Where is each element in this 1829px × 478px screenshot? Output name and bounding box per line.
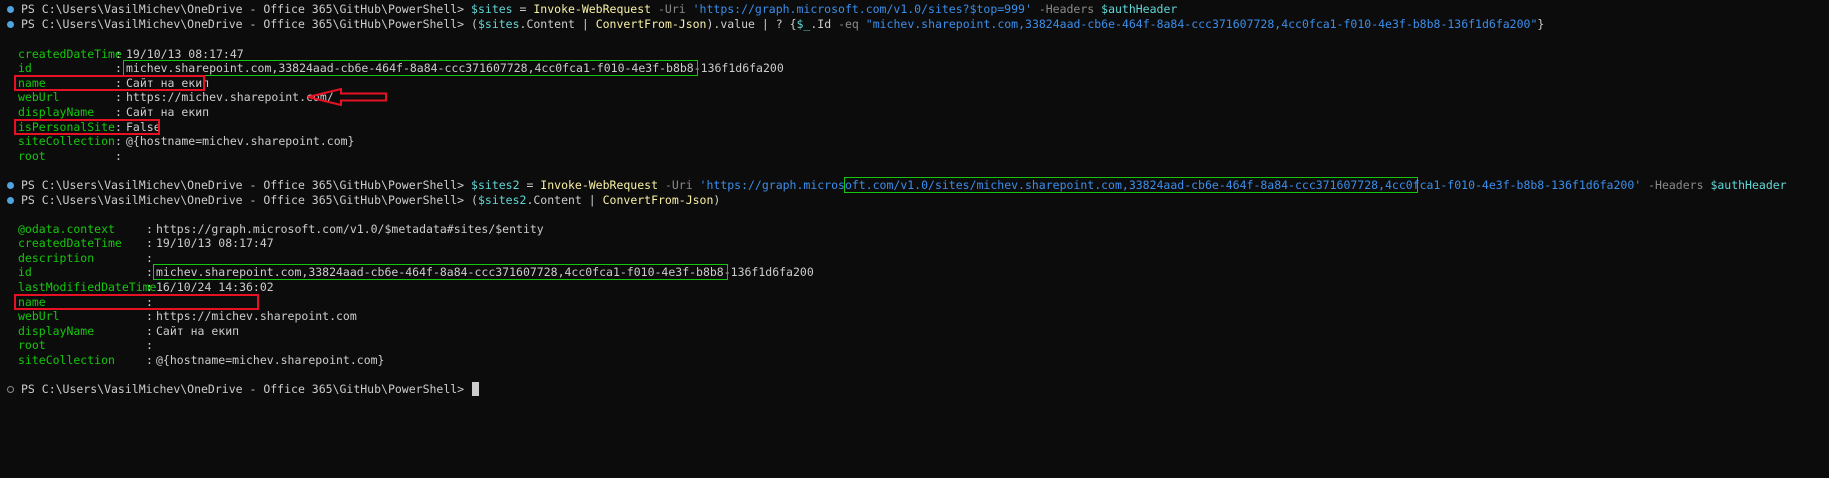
command-success-icon[interactable]	[7, 182, 14, 189]
property-value: Сайт на екип	[156, 324, 240, 338]
prompt: PS C:\Users\VasilMichev\OneDrive - Offic…	[21, 382, 465, 396]
parameter: -eq	[838, 17, 859, 31]
text-cursor	[472, 382, 480, 396]
separator: :	[115, 149, 122, 163]
property-value: 19/10/13 08:17:47	[156, 236, 274, 250]
cmdlet: ConvertFrom-Json	[602, 193, 714, 207]
variable: $sites	[477, 17, 520, 31]
parameter: -Uri	[651, 2, 693, 16]
property-name: createdDateTime	[18, 47, 122, 61]
operator: ).value | ? {	[706, 17, 797, 31]
parameter: -Headers	[1031, 2, 1102, 16]
cmdlet: Invoke-WebRequest	[533, 2, 652, 16]
variable: $sites2	[471, 178, 520, 192]
red-arrow-icon	[307, 88, 387, 106]
operator: .Content |	[526, 193, 603, 207]
terminal-output[interactable]: PS C:\Users\VasilMichev\OneDrive - Offic…	[0, 0, 1829, 478]
property-name: siteCollection	[18, 353, 115, 367]
command-pending-icon[interactable]	[7, 386, 14, 393]
command-success-icon[interactable]	[7, 21, 14, 28]
property-value: @{hostname=michev.sharepoint.com}	[126, 134, 355, 148]
prompt: PS C:\Users\VasilMichev\OneDrive - Offic…	[21, 178, 465, 192]
prompt: PS C:\Users\VasilMichev\OneDrive - Offic…	[21, 17, 465, 31]
variable: $_	[796, 17, 811, 31]
prompt: PS C:\Users\VasilMichev\OneDrive - Offic…	[21, 193, 465, 207]
operator: (	[471, 193, 478, 207]
string-literal: 'https://graph.microsoft.com/v1.0/sites/	[699, 178, 977, 192]
operator: .Content |	[519, 17, 596, 31]
cmdlet: Invoke-WebRequest	[540, 178, 658, 192]
variable: $sites2	[477, 193, 527, 207]
operator: =	[519, 178, 541, 192]
property-value: @{hostname=michev.sharepoint.com}	[156, 353, 385, 367]
operator: )	[713, 193, 721, 207]
active-prompt-line[interactable]: PS C:\Users\VasilMichev\OneDrive - Offic…	[0, 381, 480, 398]
property-value: michev.sharepoint.com,33824aad-cb6e-464f…	[126, 61, 784, 75]
separator: :	[146, 353, 153, 367]
operator: }	[1537, 17, 1545, 31]
parameter: -Headers	[1641, 178, 1711, 192]
cmdlet: ConvertFrom-Json	[595, 17, 707, 31]
variable: $authHeader	[1101, 2, 1178, 16]
operator: =	[512, 2, 534, 16]
prompt: PS C:\Users\VasilMichev\OneDrive - Offic…	[21, 2, 465, 16]
parameter: -Uri	[658, 178, 700, 192]
variable: $sites	[471, 2, 513, 16]
string-literal: "michev.sharepoint.com,33824aad-cb6e-464…	[865, 17, 1538, 31]
command-success-icon[interactable]	[7, 197, 14, 204]
string-literal-highlighted: michev.sharepoint.com,33824aad-cb6e-464f…	[976, 178, 1635, 192]
operator: (	[471, 17, 478, 31]
property-name: root	[18, 149, 46, 163]
property-value: 16/10/24 14:36:02	[156, 280, 274, 294]
command-line: PS C:\Users\VasilMichev\OneDrive - Offic…	[0, 16, 1544, 33]
operator	[859, 17, 866, 31]
variable: $authHeader	[1710, 178, 1787, 192]
string-literal: 'https://graph.microsoft.com/v1.0/sites?…	[692, 2, 1032, 16]
command-success-icon[interactable]	[7, 6, 14, 13]
operator: .Id	[810, 17, 839, 31]
command-line: PS C:\Users\VasilMichev\OneDrive - Offic…	[0, 192, 720, 209]
